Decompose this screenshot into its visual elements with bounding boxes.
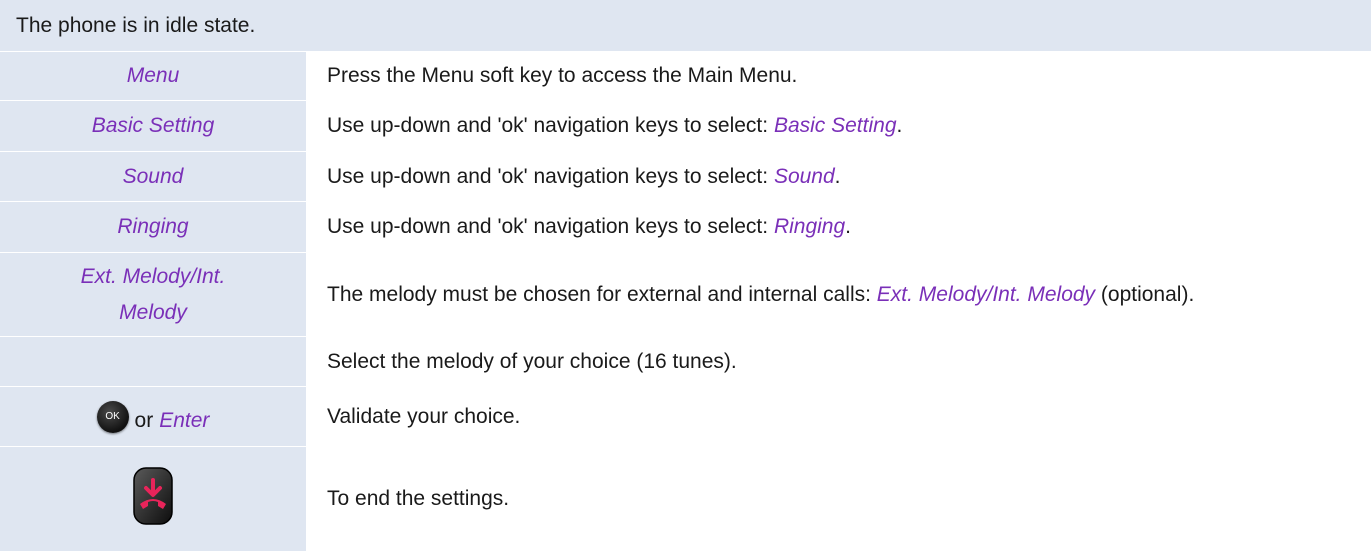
- step-description: To end the settings.: [327, 487, 510, 510]
- step-description-cell: Validate your choice.: [306, 387, 1371, 446]
- ok-key-icon: OK: [96, 400, 129, 433]
- description-suffix: .: [834, 164, 841, 188]
- step-description-cell: Use up-down and 'ok' navigation keys to …: [306, 202, 1371, 252]
- table-row: Ext. Melody/Int. Melody The melody must …: [0, 253, 1371, 337]
- step-description-cell: Use up-down and 'ok' navigation keys to …: [306, 101, 1371, 151]
- step-description: Select the melody of your choice (16 tun…: [327, 349, 737, 373]
- table-row: OK or Enter Validate your choice.: [0, 387, 1371, 447]
- description-suffix: .: [896, 114, 903, 137]
- step-label-cell: Basic Setting: [0, 101, 306, 151]
- step-label-cell: Sound: [0, 152, 306, 201]
- description-emphasis: Ringing: [773, 215, 846, 238]
- step-label: Ringing: [117, 215, 189, 238]
- step-label-cell: OK or Enter: [0, 387, 306, 446]
- table-row: Basic Setting Use up-down and 'ok' navig…: [0, 101, 1371, 152]
- or-text: or: [134, 408, 154, 432]
- description-emphasis: Ext. Melody/Int. Melody: [876, 282, 1096, 306]
- step-description: The melody must be chosen for external a…: [327, 277, 1194, 313]
- step-label-cell: [0, 337, 306, 386]
- step-description-cell: Use up-down and 'ok' navigation keys to …: [306, 152, 1371, 201]
- step-label: Sound: [122, 164, 184, 188]
- table-row: Menu Press the Menu soft key to access t…: [0, 52, 1371, 101]
- description-text: Use up-down and 'ok' navigation keys to …: [327, 164, 774, 188]
- ok-or-enter: OK or Enter: [96, 400, 210, 433]
- step-label-cell: Ext. Melody/Int. Melody: [0, 253, 306, 336]
- header-text: The phone is in idle state.: [16, 13, 256, 37]
- description-suffix: .: [845, 215, 851, 238]
- table-row: Ringing Use up-down and 'ok' navigation …: [0, 202, 1371, 253]
- step-description: Use up-down and 'ok' navigation keys to …: [327, 108, 902, 144]
- table-row: Sound Use up-down and 'ok' navigation ke…: [0, 152, 1371, 202]
- step-description: Use up-down and 'ok' navigation keys to …: [327, 209, 851, 245]
- step-label: Ext. Melody/Int. Melody: [80, 264, 226, 324]
- step-description-cell: The melody must be chosen for external a…: [306, 253, 1371, 336]
- description-text: Use up-down and 'ok' navigation keys to …: [327, 215, 774, 238]
- step-description: Press the Menu soft key to access the Ma…: [327, 64, 798, 87]
- step-label-cell: Ringing: [0, 202, 306, 252]
- step-label: Menu: [126, 64, 180, 87]
- description-suffix: (optional).: [1095, 282, 1195, 306]
- step-description: Validate your choice.: [327, 404, 521, 428]
- step-label: Basic Setting: [91, 114, 215, 137]
- step-label-cell: [0, 447, 306, 551]
- step-description-cell: Press the Menu soft key to access the Ma…: [306, 52, 1371, 100]
- description-emphasis: Sound: [773, 164, 835, 188]
- step-description-cell: Select the melody of your choice (16 tun…: [306, 337, 1371, 386]
- end-call-key-icon: [132, 466, 174, 532]
- enter-label: Enter: [159, 408, 210, 432]
- step-description-cell: To end the settings.: [306, 447, 1371, 551]
- description-emphasis: Basic Setting: [773, 114, 897, 137]
- step-description: Use up-down and 'ok' navigation keys to …: [327, 159, 841, 195]
- description-text: Use up-down and 'ok' navigation keys to …: [327, 114, 774, 137]
- table-row: Select the melody of your choice (16 tun…: [0, 337, 1371, 387]
- step-label-cell: Menu: [0, 52, 306, 100]
- table-header: The phone is in idle state.: [0, 0, 1371, 52]
- description-text: The melody must be chosen for external a…: [327, 282, 877, 306]
- table-row: To end the settings.: [0, 447, 1371, 551]
- instruction-table: The phone is in idle state. Menu Press t…: [0, 0, 1371, 551]
